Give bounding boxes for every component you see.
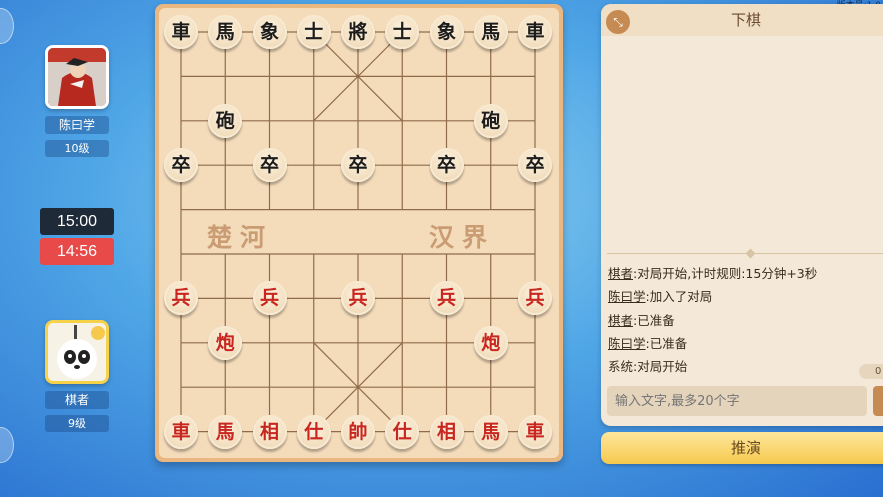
message-count-badge: 0 <box>859 364 883 379</box>
piece-black[interactable]: 車 <box>518 15 552 49</box>
self-player: 棋者 9级 <box>45 320 109 432</box>
self-name: 棋者 <box>45 391 109 409</box>
piece-black[interactable]: 士 <box>296 15 331 49</box>
piece-black[interactable]: 士 <box>385 15 420 49</box>
piece-red[interactable]: 仕 <box>296 414 331 449</box>
piece-black[interactable]: 砲 <box>473 103 508 138</box>
side-panel: 下棋 ⤡ 棋者:对局开始,计时规则:15分钟+3秒 陈曰学:加入了对局 棋者:已… <box>601 4 883 426</box>
piece-red[interactable]: 炮 <box>208 325 243 360</box>
chat-message: 棋者:对局开始,计时规则:15分钟+3秒 <box>608 266 818 281</box>
opponent-name: 陈曰学 <box>45 116 109 134</box>
piece-red[interactable]: 帥 <box>341 414 375 449</box>
piece-black[interactable]: 卒 <box>164 148 198 183</box>
collapse-icon[interactable]: ⤡ <box>606 10 630 34</box>
piece-black[interactable]: 象 <box>429 15 464 49</box>
chat-log: 棋者:对局开始,计时规则:15分钟+3秒 陈曰学:加入了对局 棋者:已准备 陈曰… <box>608 262 878 378</box>
chat-input[interactable] <box>607 386 867 416</box>
piece-black[interactable]: 將 <box>341 15 375 49</box>
piece-red[interactable]: 兵 <box>429 281 464 316</box>
chat-divider-ornament <box>745 248 756 259</box>
piece-red[interactable]: 車 <box>164 414 198 449</box>
piece-black[interactable]: 卒 <box>252 148 287 183</box>
panel-title: 下棋 <box>601 4 883 36</box>
piece-black[interactable]: 車 <box>164 15 198 49</box>
piece-black[interactable]: 象 <box>252 15 287 49</box>
piece-red[interactable]: 相 <box>429 414 464 449</box>
self-avatar[interactable] <box>45 320 109 384</box>
opponent-player: 陈曰学 10级 <box>45 45 109 157</box>
chat-message: 系统:对局开始 <box>608 359 688 375</box>
chat-message: 陈曰学:加入了对局 <box>608 289 713 305</box>
chess-board[interactable]: 楚河 汉界 車馬象士將士象馬車砲砲卒卒卒卒卒兵兵兵兵兵炮炮車馬相仕帥仕相馬車 <box>155 4 563 462</box>
river-label-right: 汉界 <box>429 223 496 252</box>
piece-black[interactable]: 馬 <box>473 15 508 49</box>
piece-red[interactable]: 馬 <box>473 414 508 449</box>
piece-red[interactable]: 兵 <box>252 281 287 316</box>
send-button[interactable] <box>873 386 883 416</box>
timer-remaining: 14:56 <box>40 238 114 265</box>
left-edge-button-bottom[interactable] <box>0 427 14 463</box>
chat-message: 陈曰学:已准备 <box>608 335 688 351</box>
river-label-left: 楚河 <box>207 223 274 252</box>
timer-total: 15:00 <box>40 208 114 235</box>
piece-red[interactable]: 馬 <box>208 414 243 449</box>
deduce-button[interactable]: 推演 <box>601 432 883 464</box>
opponent-avatar-image <box>48 48 106 106</box>
opponent-level: 10级 <box>45 140 109 157</box>
piece-red[interactable]: 車 <box>518 414 552 449</box>
chat-message: 棋者:已准备 <box>608 312 675 328</box>
piece-black[interactable]: 馬 <box>208 15 243 49</box>
self-avatar-image <box>48 323 106 381</box>
piece-black[interactable]: 砲 <box>208 103 243 138</box>
piece-black[interactable]: 卒 <box>341 148 375 183</box>
piece-black[interactable]: 卒 <box>518 148 552 183</box>
piece-red[interactable]: 仕 <box>385 414 420 449</box>
left-edge-button-top[interactable] <box>0 8 14 44</box>
piece-red[interactable]: 相 <box>252 414 287 449</box>
opponent-avatar[interactable] <box>45 45 109 109</box>
piece-red[interactable]: 炮 <box>473 325 508 360</box>
piece-black[interactable]: 卒 <box>429 148 464 183</box>
self-level: 9级 <box>45 415 109 432</box>
